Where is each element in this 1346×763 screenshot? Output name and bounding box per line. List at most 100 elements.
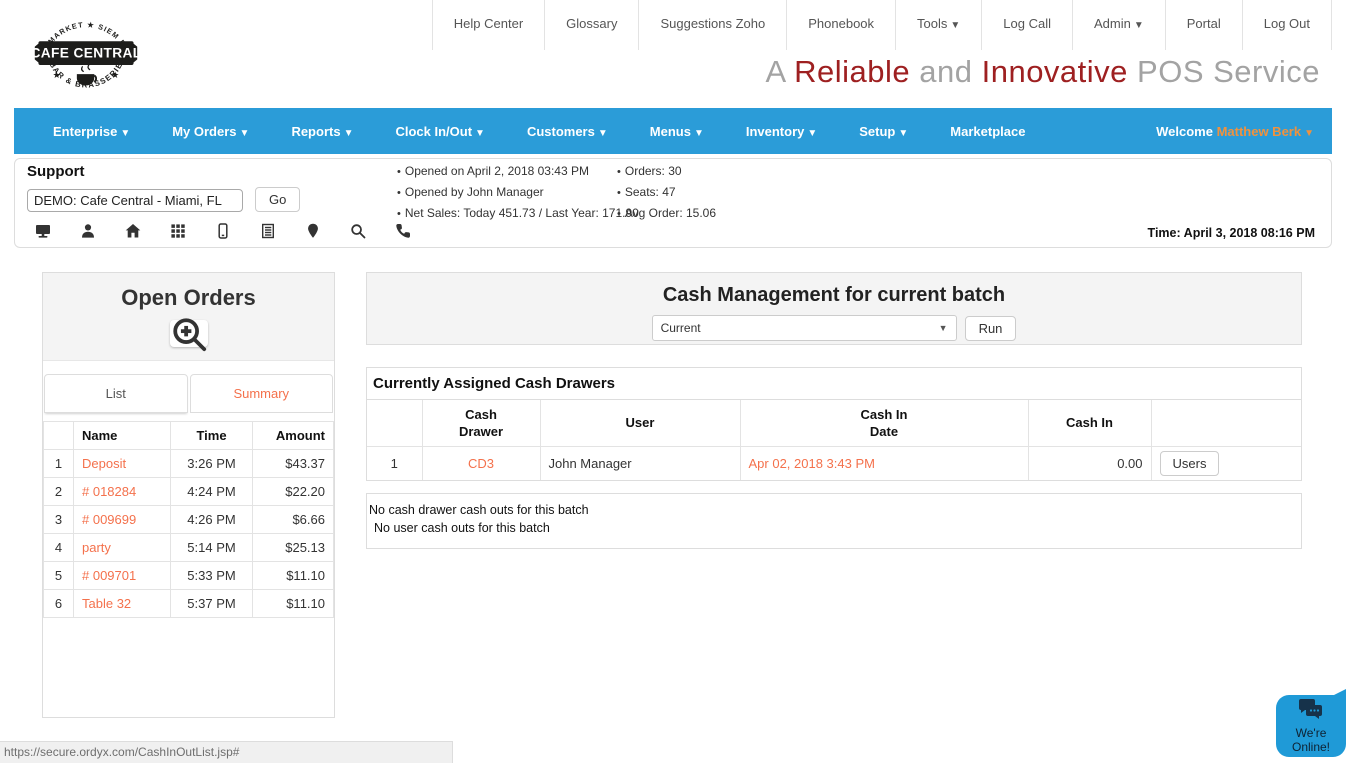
nav-tools[interactable]: Tools ▼ [895,0,981,50]
nav-portal[interactable]: Portal [1164,0,1242,50]
user-icon[interactable] [74,219,102,243]
go-button[interactable]: Go [255,187,301,212]
live-chat-widget[interactable]: We're Online! [1276,689,1346,757]
col-header-cash-drawer: Cash Drawer [458,406,504,439]
nav-enterprise[interactable]: Enterprise ▼ [32,124,151,139]
order-link[interactable]: # 009701 [82,568,136,583]
order-link[interactable]: Deposit [82,456,126,471]
nav-admin[interactable]: Admin ▼ [1072,0,1165,50]
current-time: Time: April 3, 2018 08:16 PM [1147,226,1315,240]
nav-glossary[interactable]: Glossary [544,0,638,50]
chevron-down-icon: ▼ [950,20,961,31]
cash-management-header: Cash Management for current batch Curren… [366,272,1302,345]
chat-messages-icon [1299,699,1322,719]
cash-management-panel: Cash Management for current batch Curren… [366,272,1302,549]
cash-drawer-link[interactable]: CD3 [468,456,494,471]
search-icon[interactable] [344,219,372,243]
cash-in-date-link[interactable]: Apr 02, 2018 3:43 PM [749,456,875,471]
chevron-down-icon: ▼ [938,323,948,333]
chevron-down-icon: ▼ [1133,20,1144,31]
nav-inventory[interactable]: Inventory ▼ [725,124,838,139]
chevron-down-icon: ▼ [693,127,704,139]
order-link[interactable]: # 018284 [82,484,136,499]
support-icon-toolbar [29,219,417,243]
mobile-icon[interactable] [209,219,237,243]
store-select-input[interactable] [27,189,243,212]
nav-customers[interactable]: Customers ▼ [506,124,629,139]
users-button[interactable]: Users [1159,450,1220,476]
nav-log-call[interactable]: Log Call [981,0,1072,50]
open-orders-table: Name Time Amount 1 Deposit 3:26 PM $43.3… [43,421,334,618]
main-nav: Enterprise ▼ My Orders ▼ Reports ▼ Clock In… [14,108,1332,154]
chat-text-line1: We're [1295,726,1327,740]
cafe-central-logo: OLD MARKET ★ SIEM REAP CAFE CENTRAL ★ ★ … [22,8,142,90]
cash-management-title: Cash Management for current batch [662,284,1006,306]
table-row: 4 party 5:14 PM $25.13 [43,533,334,562]
chevron-down-icon: ▼ [898,127,909,139]
welcome-user[interactable]: Welcome Matthew Berk ▼ [1156,124,1314,139]
col-header-user: User [539,400,741,447]
zoom-orders-button[interactable] [169,317,208,351]
chevron-down-icon: ▼ [239,127,250,139]
table-row: 6 Table 32 5:37 PM $11.10 [43,589,334,618]
drawer-row: 1 CD3 John Manager Apr 02, 2018 3:43 PM … [367,445,1301,480]
chat-text-line2: Online! [1291,740,1331,754]
nav-clock-in-out[interactable]: Clock In/Out ▼ [374,124,505,139]
cash-in-amount: 0.00 [1027,445,1152,480]
utility-nav: Help Center Glossary Suggestions Zoho Ph… [431,0,1332,50]
open-orders-tabs: List Summary [43,374,334,413]
chevron-down-icon: ▼ [807,127,818,139]
batch-info-left: • Opened on April 2, 2018 03:43 PM • Opene… [397,164,639,220]
table-row: 3 # 009699 4:26 PM $6.66 [43,505,334,534]
batch-select-value: Current [660,321,701,335]
chevron-down-icon: ▼ [120,127,131,139]
col-header-amount: Amount [252,421,334,450]
current-user-name: Matthew Berk [1216,123,1302,139]
order-link[interactable]: Table 32 [82,596,131,611]
col-header-time: Time [170,421,253,450]
support-title: Support [27,163,85,180]
nav-help-center[interactable]: Help Center [431,0,544,50]
nav-suggestions-zoho[interactable]: Suggestions Zoho [638,0,786,50]
col-header-name: Name [73,421,171,450]
col-header-cash-in: Cash In [1027,400,1152,447]
assigned-drawers-section: Currently Assigned Cash Drawers Cash Dra… [366,367,1302,481]
home-icon[interactable] [119,219,147,243]
chevron-down-icon: ▼ [597,127,608,139]
assigned-drawers-table: Cash Drawer User Cash In Date Cash In 1 … [367,400,1301,480]
drawer-user: John Manager [539,445,741,480]
table-row: 1 Deposit 3:26 PM $43.37 [43,449,334,478]
chevron-down-icon: ▼ [343,127,354,139]
support-panel: Support Go •Opened on April [14,158,1332,248]
logo-name-text: CAFE CENTRAL [31,46,142,61]
no-user-cashouts-message: No user cash outs for this batch [374,521,550,535]
open-orders-title: Open Orders [121,285,256,310]
nav-setup[interactable]: Setup ▼ [838,124,929,139]
nav-marketplace[interactable]: Marketplace [929,124,1046,139]
tab-list[interactable]: List [44,374,188,413]
assigned-drawers-heading: Currently Assigned Cash Drawers [367,368,1301,400]
nav-menus[interactable]: Menus ▼ [629,124,725,139]
batch-info-right: • Orders: 30 • Seats: 47 • Avg Order: 15.06 [617,164,717,220]
order-link[interactable]: party [82,540,111,555]
browser-status-bar: https://secure.ordyx.com/CashInOutList.j… [0,741,453,763]
list-document-icon[interactable] [254,219,282,243]
nav-log-out[interactable]: Log Out [1241,0,1332,50]
open-orders-panel: Open Orders List Summary Name Time Amoun… [42,272,335,718]
tagline: A Reliable and Innovative POS Service [765,54,1320,89]
map-marker-icon[interactable] [299,219,327,243]
order-link[interactable]: # 009699 [82,512,136,527]
tab-summary[interactable]: Summary [189,374,333,413]
table-row: 2 # 018284 4:24 PM $22.20 [43,477,334,506]
terminal-monitor-icon[interactable] [29,219,57,243]
chevron-down-icon: ▼ [475,127,485,139]
no-drawer-cashouts-message: No cash drawer cash outs for this batch [369,503,589,517]
col-header-cash-in-date: Cash In Date [860,406,908,439]
run-button[interactable]: Run [964,315,1017,341]
nav-phonebook[interactable]: Phonebook [786,0,895,50]
nav-my-orders[interactable]: My Orders ▼ [151,124,270,139]
nav-reports[interactable]: Reports ▼ [270,124,374,139]
batch-select[interactable]: Current ▼ [651,315,957,341]
cash-out-messages: No cash drawer cash outs for this batch … [366,493,1302,549]
grid-icon[interactable] [164,219,192,243]
